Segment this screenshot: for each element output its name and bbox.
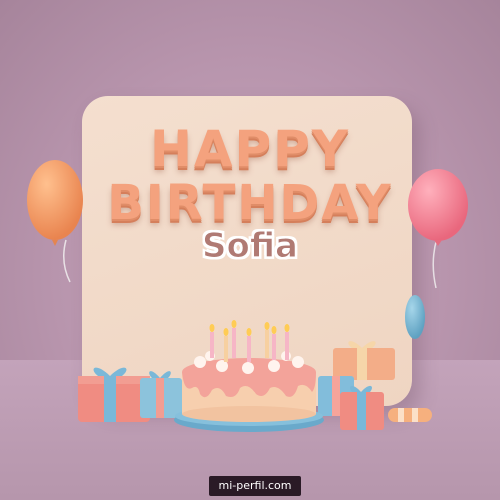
gift-left <box>78 367 150 422</box>
candy-cane <box>388 408 432 422</box>
cake-and-gifts <box>78 320 432 432</box>
gift-right-pink <box>340 385 384 430</box>
candles <box>209 320 290 362</box>
birthday-greeting-scene: HAPPY BIRTHDAY Sofia mi-perfil.com <box>0 0 500 500</box>
gift-right-top <box>333 341 395 380</box>
watermark-label: mi-perfil.com <box>209 476 301 496</box>
gift-blue-small <box>140 371 182 418</box>
